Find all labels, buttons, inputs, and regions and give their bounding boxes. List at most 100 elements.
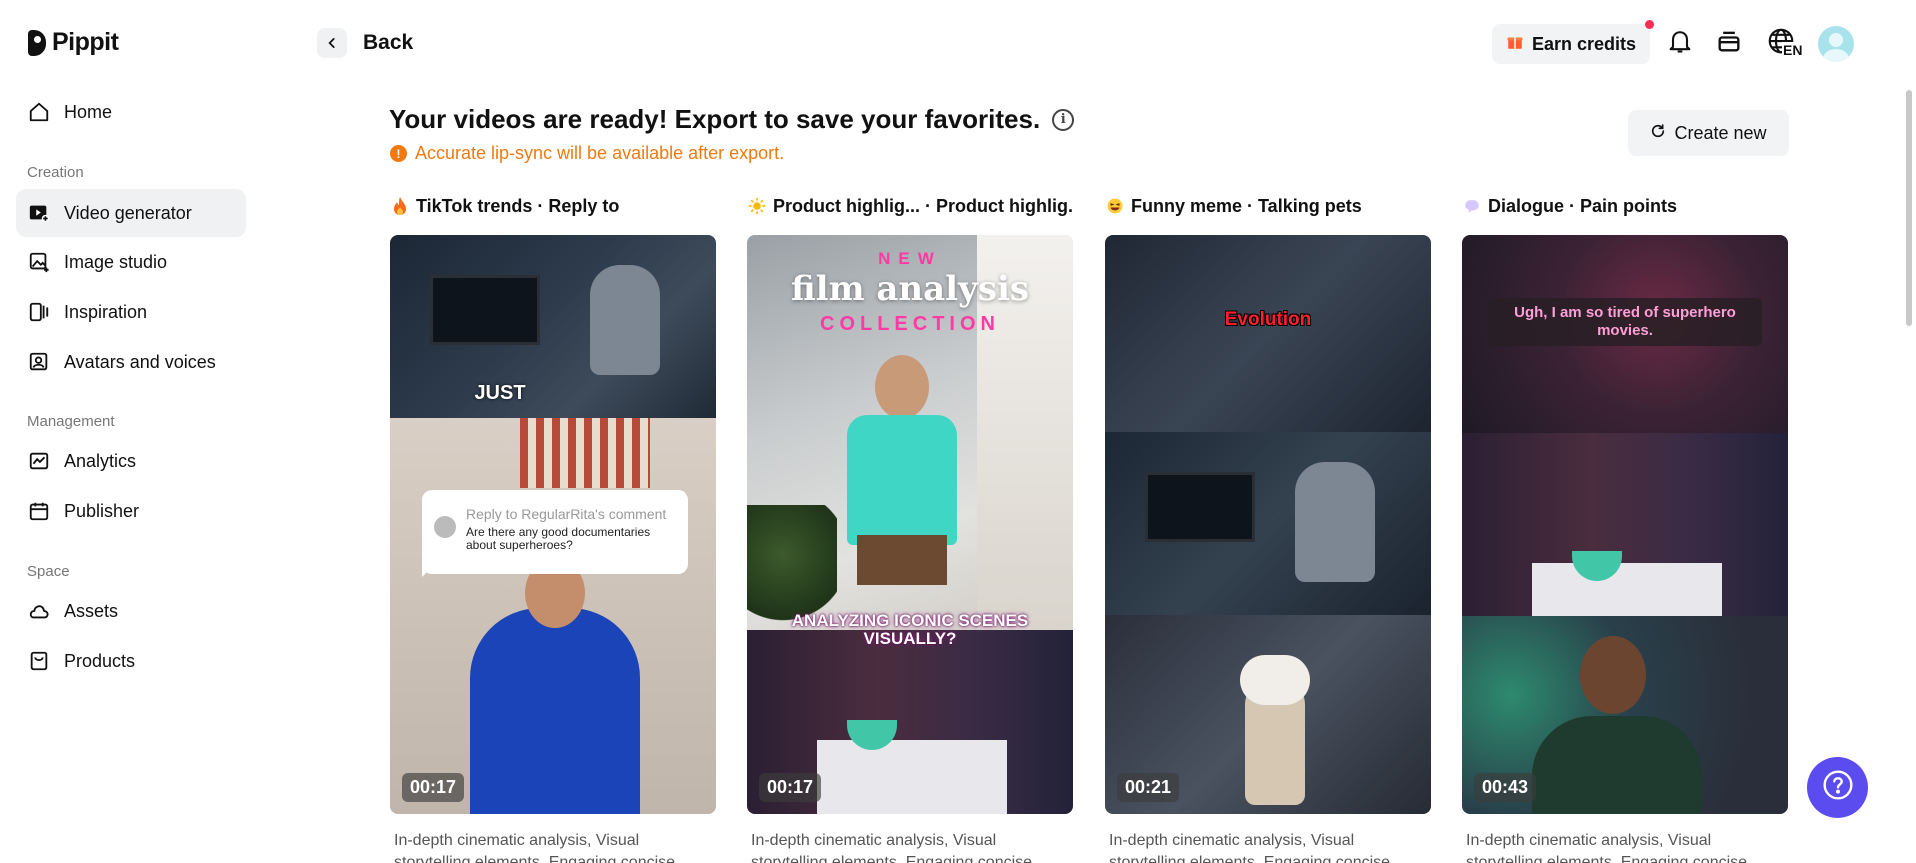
sidebar-item-inspiration[interactable]: Inspiration	[16, 288, 246, 336]
back-button[interactable]: Back	[317, 28, 413, 58]
cloud-icon	[28, 600, 50, 622]
thumbnail-segment-presenter	[390, 418, 716, 814]
sidebar-item-home[interactable]: Home	[16, 88, 246, 136]
sidebar-item-avatars-and-voices[interactable]: Avatars and voices	[16, 338, 246, 386]
sidebar-item-image-studio[interactable]: Image studio	[16, 238, 246, 286]
products-icon	[28, 650, 50, 672]
card-title: Product highlig... · Product highlig...	[747, 193, 1073, 219]
page-scrollbar[interactable]	[1906, 90, 1912, 326]
sidebar-section-management: Management	[27, 413, 115, 430]
question-icon	[1822, 769, 1854, 806]
earn-credits-label: Earn credits	[1532, 33, 1637, 54]
video-duration: 00:17	[402, 773, 465, 802]
overlay-collection: COLLECTION	[820, 313, 1000, 335]
laughing-face-icon	[1105, 196, 1125, 216]
video-thumbnail[interactable]: Ugh, I am so tired of superhero movies. …	[1462, 235, 1788, 814]
help-button[interactable]	[1807, 757, 1868, 818]
card-title: Funny meme · Talking pets	[1105, 193, 1431, 219]
user-avatar[interactable]	[1818, 26, 1854, 62]
card-title-text: Product highlig... · Product highlig...	[773, 195, 1073, 216]
sidebar-item-label: Image studio	[64, 251, 168, 272]
globe-icon: EN	[1766, 26, 1804, 60]
overlay-new: NEW	[878, 249, 942, 268]
warning-icon: !	[390, 145, 407, 162]
create-new-label: Create new	[1674, 122, 1767, 143]
card-title: TikTok trends · Reply to	[390, 193, 716, 219]
video-thumbnail[interactable]: Evolution 00:21	[1105, 235, 1431, 814]
sidebar-section-space: Space	[27, 563, 70, 580]
video-card-funny-meme: Funny meme · Talking pets Evolution 00:2…	[1105, 193, 1431, 863]
sidebar-section-creation: Creation	[27, 164, 84, 181]
video-thumbnail[interactable]: JUST Reply to RegularRita's comment Are …	[390, 235, 716, 814]
pippit-logo[interactable]: Pippit	[28, 28, 119, 57]
sidebar-item-analytics[interactable]: Analytics	[16, 437, 246, 485]
pippit-logo-icon	[28, 29, 46, 56]
video-thumbnail[interactable]: NEW film analysis COLLECTION ANALYZING I…	[747, 235, 1073, 814]
overlay-film-analysis: film analysis	[790, 269, 1030, 309]
sidebar-item-label: Video generator	[64, 202, 192, 223]
reply-comment-bubble: Reply to RegularRita's comment Are there…	[422, 490, 688, 574]
sidebar-item-assets[interactable]: Assets	[16, 587, 246, 635]
video-description: In-depth cinematic analysis, Visual stor…	[1466, 832, 1748, 863]
language-button[interactable]: EN	[1762, 26, 1806, 60]
language-label: EN	[1782, 42, 1804, 58]
avatar-icon	[28, 351, 50, 373]
gift-icon	[1506, 33, 1524, 56]
video-duration: 00:43	[1474, 773, 1537, 802]
sidebar-item-label: Assets	[64, 600, 119, 621]
reply-header: Reply to RegularRita's comment	[466, 506, 667, 522]
reply-bubble-tail	[422, 565, 434, 577]
card-title-text: Funny meme · Talking pets	[1131, 195, 1362, 216]
chevron-left-icon	[317, 28, 347, 58]
thumbnail-segment-friends	[1462, 433, 1788, 616]
back-label: Back	[363, 31, 414, 54]
bell-icon	[1666, 27, 1694, 60]
speech-bubble-icon	[1462, 196, 1482, 216]
video-generator-icon	[28, 202, 50, 224]
earn-credits-button[interactable]: Earn credits	[1492, 20, 1655, 64]
sun-icon	[747, 196, 767, 216]
reply-question: Are there any good documentaries about s…	[466, 525, 651, 552]
fire-icon	[390, 196, 410, 216]
sidebar-item-publisher[interactable]: Publisher	[16, 487, 246, 535]
sidebar-item-label: Publisher	[64, 500, 140, 521]
analytics-icon	[28, 450, 50, 472]
page-headline: Your videos are ready! Export to save yo…	[389, 104, 1075, 135]
overlay-evolution: Evolution	[1224, 309, 1312, 330]
notification-dot	[1645, 20, 1655, 29]
inspiration-icon	[28, 301, 50, 323]
overlay-analyzing-scenes: ANALYZING ICONIC SCENES VISUALLY?	[791, 611, 1029, 648]
brand-name: Pippit	[52, 28, 119, 56]
sidebar: Pippit Home Creation Video generator Ima…	[0, 0, 260, 863]
video-duration: 00:17	[759, 773, 822, 802]
sidebar-item-label: Analytics	[64, 450, 137, 471]
card-title-text: Dialogue · Pain points	[1488, 195, 1678, 216]
create-new-button[interactable]: Create new	[1628, 110, 1789, 156]
sidebar-item-label: Products	[64, 650, 136, 671]
lip-sync-notice: ! Accurate lip-sync will be available af…	[390, 143, 784, 164]
sidebar-item-products[interactable]: Products	[16, 637, 246, 685]
video-description: In-depth cinematic analysis, Visual stor…	[1109, 832, 1391, 863]
video-duration: 00:21	[1117, 773, 1180, 802]
calendar-icon	[28, 500, 50, 522]
sidebar-item-label: Inspiration	[64, 301, 148, 322]
caption-box: Ugh, I am so tired of superhero movies.	[1488, 298, 1762, 346]
card-title: Dialogue · Pain points	[1462, 193, 1788, 219]
headline-text: Your videos are ready! Export to save yo…	[389, 104, 1041, 134]
subscription-button[interactable]	[1712, 26, 1746, 60]
video-description: In-depth cinematic analysis, Visual stor…	[751, 832, 1033, 863]
info-icon[interactable]: i	[1052, 108, 1075, 131]
commenter-avatar	[434, 516, 456, 538]
thumbnail-segment-desk	[1105, 432, 1431, 615]
video-card-tiktok: TikTok trends · Reply to JUST Reply to R…	[390, 193, 716, 863]
layers-icon	[1715, 27, 1743, 60]
overlay-caption: JUST	[474, 382, 526, 404]
notice-text: Accurate lip-sync will be available afte…	[415, 143, 785, 163]
home-icon	[28, 101, 50, 123]
notifications-button[interactable]	[1663, 26, 1697, 60]
video-card-dialogue: Dialogue · Pain points Ugh, I am so tire…	[1462, 193, 1788, 863]
sidebar-item-video-generator[interactable]: Video generator	[16, 189, 246, 237]
sidebar-item-label: Avatars and voices	[64, 351, 216, 372]
thumbnail-segment-blur	[1105, 235, 1431, 432]
card-title-text: TikTok trends · Reply to	[416, 195, 620, 216]
